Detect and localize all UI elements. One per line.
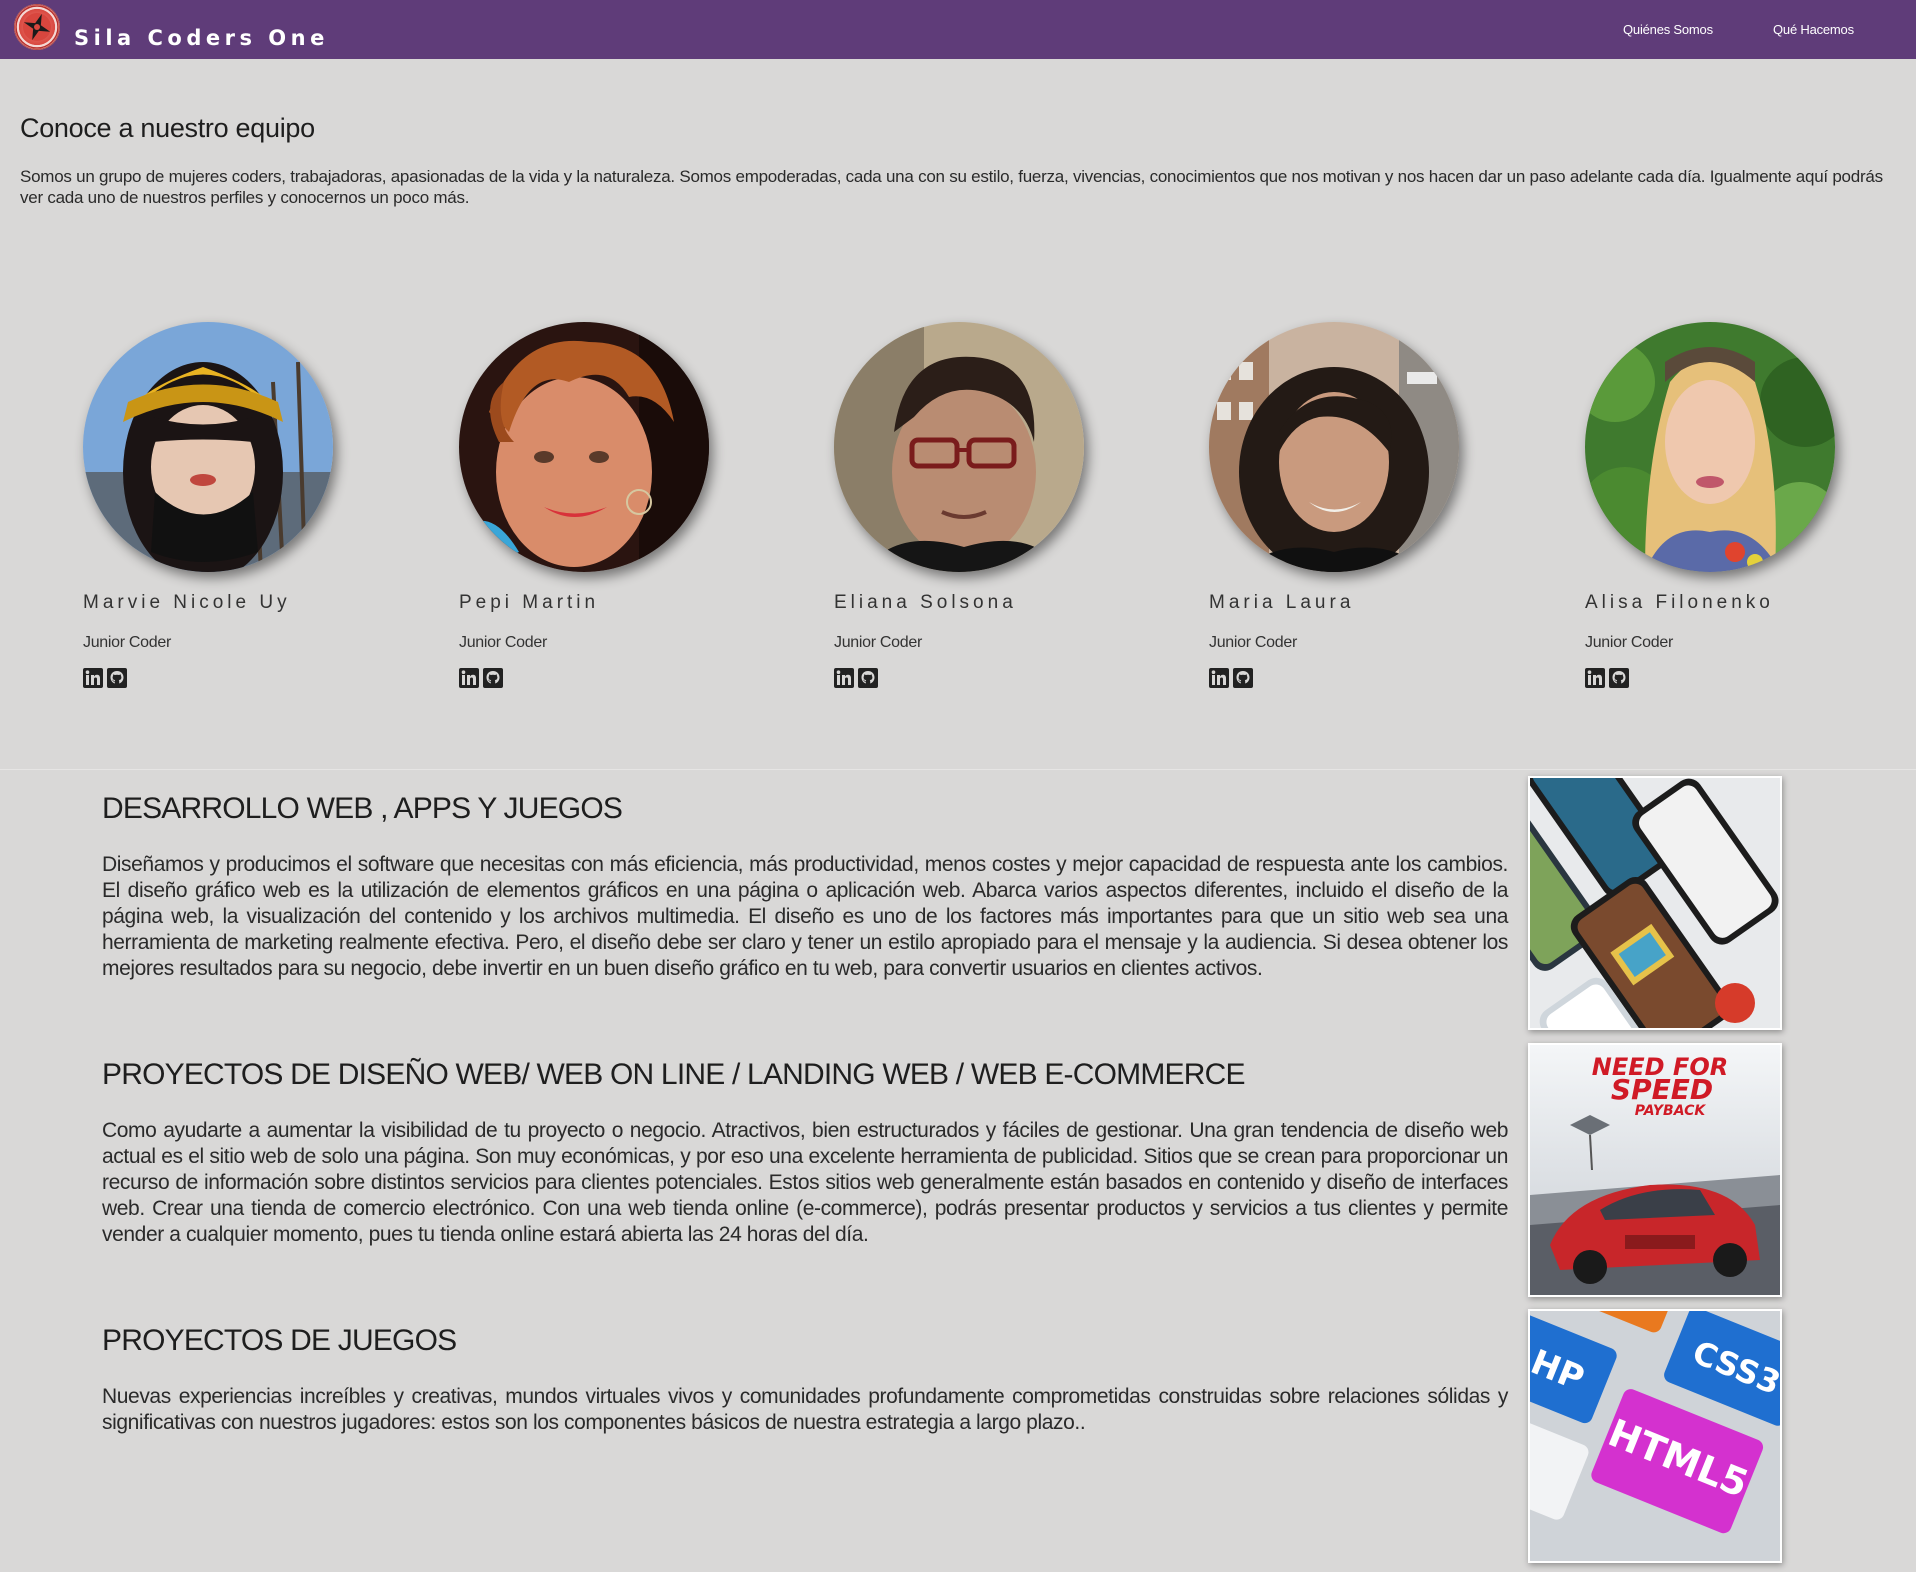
service-title-web-apps: DESARROLLO WEB , APPS Y JUEGOS [102, 792, 623, 825]
avatar [83, 322, 333, 572]
social-links [459, 668, 503, 688]
keyboard-keys-image: JS CSS3 HP HTML5 ? [1528, 1309, 1782, 1563]
member-role: Junior Coder [1585, 634, 1674, 651]
game-logo-line3: PAYBACK [1635, 1103, 1707, 1119]
linkedin-icon[interactable] [459, 668, 479, 688]
avatar [1585, 322, 1835, 572]
avatar [834, 322, 1084, 572]
social-links [1585, 668, 1629, 688]
member-name: Maria Laura [1209, 592, 1355, 613]
member-name: Marvie Nicole Uy [83, 592, 291, 613]
team-title: Conoce a nuestro equipo [20, 113, 315, 143]
phone-apps-image [1528, 776, 1782, 1030]
service-title-web-design: PROYECTOS DE DISEÑO WEB/ WEB ON LINE / L… [102, 1058, 1245, 1091]
member-role: Junior Coder [1209, 634, 1298, 651]
avatar [1209, 322, 1459, 572]
member-name: Eliana Solsona [834, 592, 1017, 613]
racing-game-image: NEED FOR SPEED PAYBACK [1528, 1043, 1782, 1297]
github-icon[interactable] [858, 668, 878, 688]
linkedin-icon[interactable] [1209, 668, 1229, 688]
member-name: Alisa Filonenko [1585, 592, 1774, 613]
brand-name[interactable]: Sila Coders One [74, 26, 329, 50]
ninja-star-icon [15, 5, 59, 49]
logo[interactable] [14, 4, 60, 50]
service-title-games: PROYECTOS DE JUEGOS [102, 1324, 457, 1357]
team-member-card: Pepi Martin Junior Coder [459, 322, 759, 702]
service-text-games: Nuevas experiencias increíbles y creativ… [102, 1385, 1508, 1434]
github-icon[interactable] [1233, 668, 1253, 688]
linkedin-icon[interactable] [83, 668, 103, 688]
member-role: Junior Coder [459, 634, 548, 651]
github-icon[interactable] [1609, 668, 1629, 688]
team-member-card: Alisa Filonenko Junior Coder [1585, 322, 1885, 702]
linkedin-icon[interactable] [834, 668, 854, 688]
social-links [1209, 668, 1253, 688]
navbar: Sila Coders One Quiénes Somos Qué Hacemo… [0, 0, 1916, 59]
game-logo-line2: SPEED [1611, 1073, 1713, 1106]
github-icon[interactable] [107, 668, 127, 688]
team-member-card: Eliana Solsona Junior Coder [834, 322, 1134, 702]
avatar [459, 322, 709, 572]
team-member-card: Marvie Nicole Uy Junior Coder [83, 322, 383, 702]
member-name: Pepi Martin [459, 592, 600, 613]
section-divider [0, 769, 1916, 770]
team-description: Somos un grupo de mujeres coders, trabaj… [20, 167, 1883, 207]
service-text-web-apps: Diseñamos y producimos el software que n… [102, 853, 1508, 980]
member-role: Junior Coder [83, 634, 172, 651]
social-links [83, 668, 127, 688]
member-role: Junior Coder [834, 634, 923, 651]
github-icon[interactable] [483, 668, 503, 688]
social-links [834, 668, 878, 688]
linkedin-icon[interactable] [1585, 668, 1605, 688]
team-member-card: Maria Laura Junior Coder [1209, 322, 1509, 702]
nav-link-quienes-somos[interactable]: Quiénes Somos [1623, 22, 1713, 37]
service-text-web-design: Como ayudarte a aumentar la visibilidad … [102, 1119, 1508, 1246]
nav-link-que-hacemos[interactable]: Qué Hacemos [1773, 22, 1854, 37]
